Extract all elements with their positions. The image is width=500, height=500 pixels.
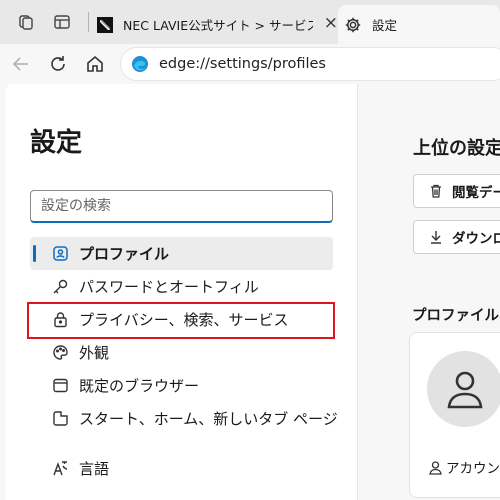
palette-icon: [53, 345, 68, 360]
trash-icon: [431, 184, 441, 198]
sidebar-item-start-home-newtab[interactable]: スタート、ホーム、新しいタブ ページ: [30, 402, 338, 435]
close-tab-icon[interactable]: ×: [324, 13, 338, 33]
settings-nav: プロファイル パスワードとオートフィル プライバシー、検索、サービス 外観 既定…: [30, 237, 338, 485]
refresh-icon[interactable]: [47, 53, 69, 75]
person-icon: [447, 371, 483, 409]
navigation-bar: edge://settings/profiles: [0, 44, 500, 84]
tab-strip: NEC LAVIE公式サイト > サービス&サ × 設定: [0, 0, 500, 44]
sidebar-item-label: プロファイル: [79, 245, 170, 263]
sidebar-item-profiles[interactable]: プロファイル: [30, 237, 333, 270]
button-label: ダウンロード: [452, 231, 500, 247]
sidebar-item-label: 外観: [79, 344, 110, 362]
new-tab-icon: [53, 411, 68, 426]
browsing-data-button[interactable]: 閲覧データ: [413, 174, 500, 208]
account-link[interactable]: アカウント: [428, 457, 500, 477]
sidebar-item-label: 既定のブラウザー: [79, 377, 200, 395]
person-icon: [429, 460, 442, 475]
section-title: 上位の設定: [413, 138, 500, 159]
key-icon: [53, 279, 68, 294]
account-label: アカウント: [446, 461, 500, 477]
tab-title: NEC LAVIE公式サイト > サービス&サ: [123, 18, 313, 33]
home-icon[interactable]: [84, 53, 106, 75]
settings-search-input[interactable]: [30, 190, 333, 223]
gear-icon: [345, 17, 361, 32]
download-button[interactable]: ダウンロード: [413, 220, 500, 254]
sidebar-item-passwords[interactable]: パスワードとオートフィル: [30, 270, 333, 303]
highlight-box: [27, 302, 335, 339]
url-text: edge://settings/profiles: [159, 56, 326, 72]
sidebar-item-label: パスワードとオートフィル: [79, 278, 259, 296]
workspaces-icon[interactable]: [17, 13, 35, 31]
tab-settings[interactable]: 設定: [338, 5, 500, 44]
profile-card[interactable]: アカウント: [409, 332, 500, 498]
language-icon: [53, 461, 68, 476]
vertical-tabs-icon[interactable]: [53, 13, 71, 31]
tab-title: 設定: [372, 18, 398, 33]
sidebar-item-label: スタート、ホーム、新しいタブ ページ: [79, 410, 338, 428]
sidebar-item-appearance[interactable]: 外観: [30, 336, 333, 369]
avatar: [427, 351, 500, 427]
edge-logo-icon: [132, 56, 148, 72]
settings-content: 上位の設定 閲覧データ ダウンロード プロファイル アカウント: [359, 84, 500, 500]
tab-separator: [88, 12, 89, 32]
settings-sidebar: 設定 プロファイル パスワードとオートフィル プライバシー、検索、サービス: [5, 84, 358, 500]
sidebar-item-label: 言語: [79, 460, 110, 478]
tab-nec-lavie[interactable]: NEC LAVIE公式サイト > サービス&サ ×: [92, 5, 338, 44]
sidebar-item-languages[interactable]: 言語: [30, 452, 333, 485]
browser-window-icon: [53, 378, 68, 393]
profile-icon: [53, 246, 68, 261]
button-label: 閲覧データ: [452, 185, 500, 201]
nec-favicon-icon: [97, 16, 113, 33]
download-icon: [431, 231, 441, 244]
sidebar-item-default-browser[interactable]: 既定のブラウザー: [30, 369, 333, 402]
back-icon[interactable]: [10, 53, 32, 75]
profiles-heading: プロファイル: [412, 308, 499, 324]
page-title: 設定: [30, 128, 83, 158]
address-bar[interactable]: edge://settings/profiles: [120, 47, 500, 81]
